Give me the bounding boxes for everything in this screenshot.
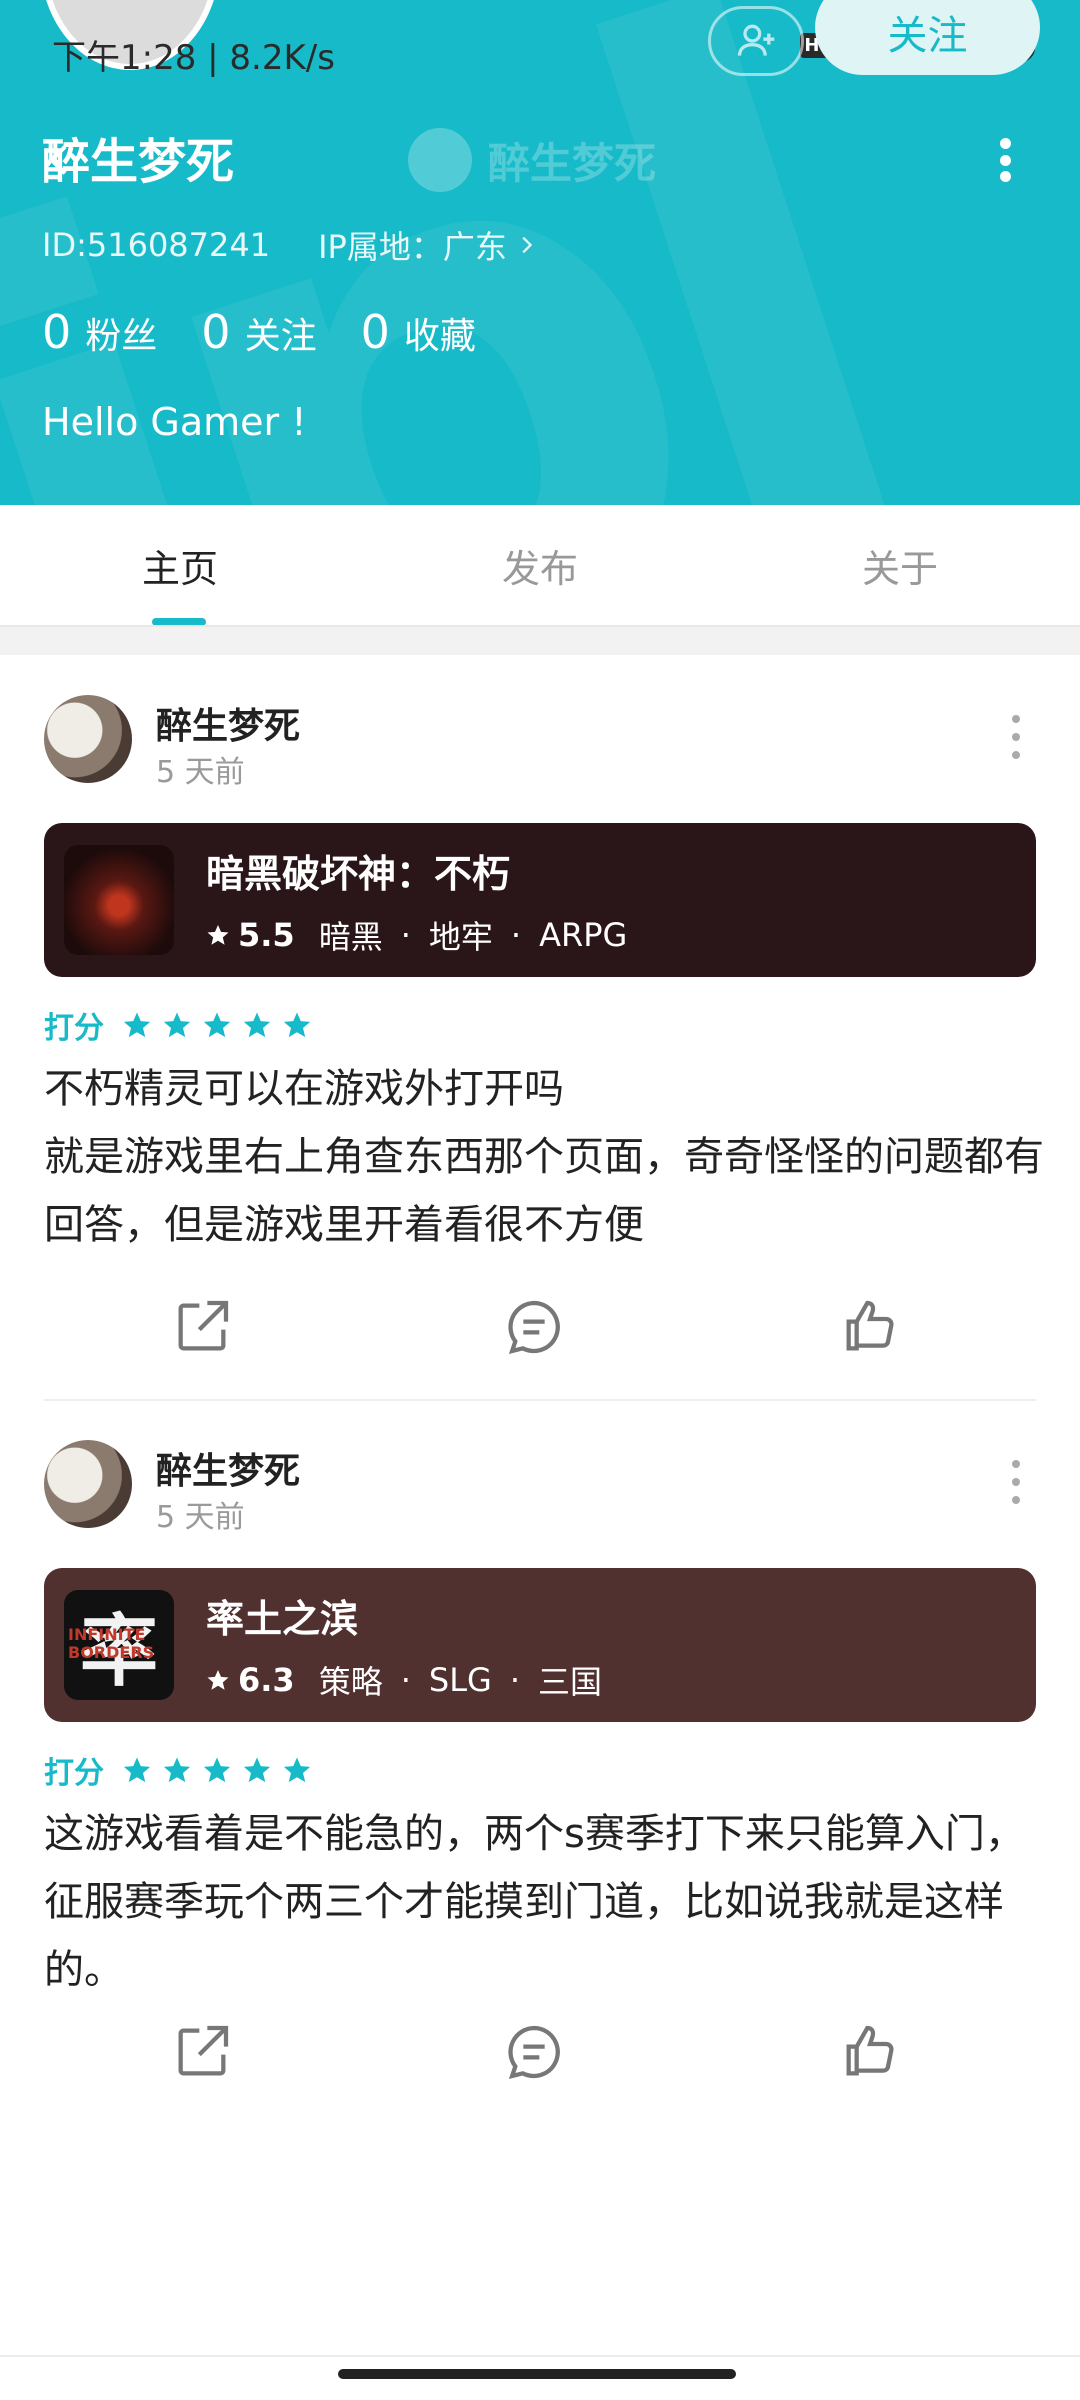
- tab-home[interactable]: 主页: [0, 505, 360, 625]
- tag-separator: ·: [510, 915, 522, 954]
- tag-separator: ·: [400, 1660, 411, 1699]
- id-row: ID:516087241 IP属地：广东: [42, 222, 537, 268]
- star-icon: [207, 1669, 229, 1690]
- stat-favorites[interactable]: 0 收藏: [361, 305, 476, 359]
- stat-number: 0: [201, 305, 231, 359]
- game-icon-overlay-text: INFINITE BORDERS: [68, 1625, 155, 1662]
- bio-text: Hello Gamer !: [42, 400, 307, 444]
- post-body[interactable]: 这游戏看着是不能急的，两个s赛季打下来只能算入门，征服赛季玩个两三个才能摸到门道…: [44, 1800, 1044, 2004]
- game-tag: 暗黑: [318, 917, 383, 956]
- game-info: 率土之滨 6.3 策略 · SLG · 三国: [206, 1588, 620, 1703]
- author-name[interactable]: 醉生梦死: [156, 1442, 300, 1494]
- game-icon: [64, 845, 174, 955]
- post-actions: [0, 2020, 1080, 2100]
- game-tag: 地牢: [428, 917, 493, 956]
- rating-star-icon: [163, 1012, 191, 1038]
- add-friend-button[interactable]: [708, 6, 804, 76]
- author-name[interactable]: 醉生梦死: [156, 697, 300, 749]
- stat-number: 0: [42, 305, 72, 359]
- game-tag: 三国: [537, 1662, 602, 1701]
- follow-button[interactable]: 关注: [815, 0, 1040, 75]
- game-tag: 策略: [318, 1662, 383, 1701]
- tab-posts[interactable]: 发布: [360, 505, 720, 625]
- user-id: ID:516087241: [42, 226, 271, 264]
- share-icon[interactable]: [170, 1295, 234, 1359]
- game-score: 6.3: [238, 1660, 295, 1699]
- rating-star-icon: [123, 1757, 151, 1783]
- comment-icon[interactable]: [502, 2020, 566, 2084]
- status-time: 下午1:28 | 8.2K/s: [52, 38, 335, 78]
- share-icon[interactable]: [170, 2020, 234, 2084]
- avatar[interactable]: [44, 1440, 132, 1528]
- stat-fans[interactable]: 0 粉丝: [42, 305, 157, 359]
- game-tag: ARPG: [539, 915, 628, 954]
- game-tag: SLG: [428, 1660, 492, 1699]
- rating-star-icon: [123, 1012, 151, 1038]
- add-user-icon: [737, 24, 775, 56]
- rating-row: 打分: [44, 1003, 312, 1047]
- rating-row: 打分: [44, 1748, 312, 1792]
- post-text-line: 不朽精灵可以在游戏外打开吗: [44, 1066, 564, 1112]
- like-icon[interactable]: [838, 1295, 902, 1359]
- game-title: 率土之滨: [206, 1596, 359, 1641]
- post-author-row: 醉生梦死 5 天前: [44, 1440, 1044, 1536]
- post-text-line: 就是游戏里右上角查东西那个页面，奇奇怪怪的问题都有回答，但是游戏里开着看很不方便: [44, 1134, 1044, 1248]
- game-title: 暗黑破坏神：不朽: [206, 851, 511, 896]
- star-icon: [207, 924, 229, 945]
- ip-location[interactable]: IP属地：广东: [318, 222, 537, 268]
- rating-star-icon: [283, 1012, 311, 1038]
- rating-star-icon: [163, 1757, 191, 1783]
- collapsed-title: 醉生梦死: [408, 128, 656, 192]
- chevron-right-icon: [522, 236, 533, 254]
- tab-about[interactable]: 关于: [720, 505, 1080, 625]
- section-divider: [0, 625, 1080, 655]
- profile-name: 醉生梦死: [42, 134, 235, 190]
- rating-star-icon: [243, 1012, 271, 1038]
- rating-label: 打分: [44, 1756, 104, 1791]
- rating-star-icon: [203, 1012, 231, 1038]
- stat-following[interactable]: 0 关注: [201, 305, 316, 359]
- tag-separator: ·: [509, 1660, 520, 1699]
- mini-avatar: [408, 128, 472, 192]
- rating-star-icon: [243, 1757, 271, 1783]
- post-time: 5 天前: [156, 755, 245, 790]
- game-meta: 6.3 策略 · SLG · 三国: [206, 1657, 620, 1703]
- tab-bar: 主页 发布 关于: [0, 505, 1080, 625]
- post-text-line: 这游戏看着是不能急的，两个s赛季打下来只能算入门，征服赛季玩个两三个才能摸到门道…: [44, 1811, 1025, 1993]
- game-icon: INFINITE BORDERS 率: [64, 1590, 174, 1700]
- more-options-icon[interactable]: [990, 138, 1020, 182]
- rating-star-icon: [203, 1757, 231, 1783]
- game-score: 5.5: [238, 915, 295, 954]
- stat-label: 粉丝: [85, 316, 158, 357]
- post-separator: [44, 1399, 1036, 1401]
- game-info: 暗黑破坏神：不朽 5.5 暗黑 · 地牢 · ARPG: [206, 843, 645, 958]
- rating-star-icon: [283, 1757, 311, 1783]
- game-card[interactable]: 暗黑破坏神：不朽 5.5 暗黑 · 地牢 · ARPG: [44, 823, 1036, 977]
- game-card[interactable]: INFINITE BORDERS 率 率土之滨 6.3 策略 · SLG · 三…: [44, 1568, 1036, 1722]
- like-icon[interactable]: [838, 2020, 902, 2084]
- collapsed-title-text: 醉生梦死: [488, 138, 657, 188]
- game-meta: 5.5 暗黑 · 地牢 · ARPG: [206, 912, 645, 958]
- more-options-icon[interactable]: [1008, 715, 1024, 759]
- stat-number: 0: [360, 305, 390, 359]
- post-body[interactable]: 不朽精灵可以在游戏外打开吗 就是游戏里右上角查东西那个页面，奇奇怪怪的问题都有回…: [44, 1055, 1044, 1259]
- post-author-row: 醉生梦死 5 天前: [44, 695, 1044, 791]
- profile-header: ipl 下午1:28 | 8.2K/s HD HD 94 关注 醉生梦死 醉生梦…: [0, 0, 1080, 505]
- comment-icon[interactable]: [502, 1295, 566, 1359]
- stats-row: 0 粉丝 0 关注 0 收藏: [42, 305, 476, 359]
- more-options-icon[interactable]: [1008, 1460, 1024, 1504]
- post-actions: [0, 1295, 1080, 1375]
- bottom-divider: [0, 2355, 1080, 2357]
- rating-label: 打分: [44, 1011, 104, 1046]
- stat-label: 关注: [244, 316, 317, 357]
- post-time: 5 天前: [156, 1500, 245, 1535]
- tag-separator: ·: [400, 915, 411, 954]
- ip-location-text: IP属地：广东: [318, 228, 507, 266]
- stat-label: 收藏: [403, 316, 476, 357]
- home-indicator[interactable]: [338, 2369, 736, 2379]
- avatar[interactable]: [44, 695, 132, 783]
